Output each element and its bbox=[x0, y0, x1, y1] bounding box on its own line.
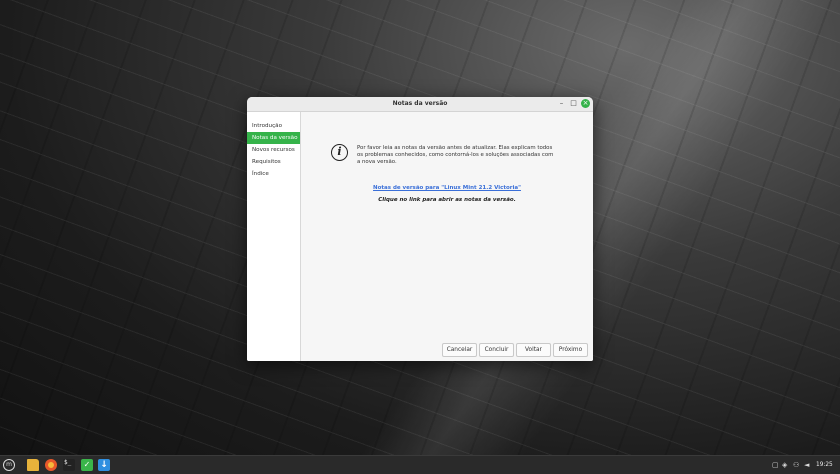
finish-button[interactable]: Concluir bbox=[479, 343, 514, 357]
sidebar: Introdução Notas da versão Novos recurso… bbox=[247, 112, 301, 361]
download-icon[interactable]: ↓ bbox=[98, 459, 110, 471]
terminal-icon[interactable]: $_ bbox=[63, 459, 75, 471]
cancel-button[interactable]: Cancelar bbox=[442, 343, 477, 357]
info-message: Por favor leia as notas da versão antes … bbox=[357, 145, 554, 165]
back-button[interactable]: Voltar bbox=[516, 343, 551, 357]
mint-menu-icon[interactable]: m bbox=[3, 459, 15, 471]
sidebar-item-introducao[interactable]: Introdução bbox=[247, 120, 300, 132]
folder-icon[interactable] bbox=[27, 459, 39, 471]
info-icon: i bbox=[331, 144, 348, 161]
firefox-icon[interactable] bbox=[45, 459, 57, 471]
taskbar: m $_ ✓ ↓ ▢ ◈ ⚇ ◄ 19:25 bbox=[0, 455, 840, 474]
window-titlebar[interactable]: Notas da versão – □ × bbox=[247, 97, 593, 112]
link-hint: Clique no link para abrir as notas da ve… bbox=[378, 197, 516, 203]
release-notes-link[interactable]: Notas de versão para "Linux Mint 21.2 Vi… bbox=[301, 185, 593, 191]
main-content: i Por favor leia as notas da versão ante… bbox=[301, 112, 593, 361]
button-bar: Cancelar Concluir Voltar Próximo bbox=[442, 343, 590, 358]
close-button[interactable]: × bbox=[581, 99, 590, 108]
sidebar-item-indice[interactable]: Índice bbox=[247, 168, 300, 180]
volume-icon[interactable]: ◄ bbox=[804, 456, 809, 474]
shield-tray-icon[interactable]: ◈ bbox=[782, 456, 787, 474]
sidebar-item-novos-recursos[interactable]: Novos recursos bbox=[247, 144, 300, 156]
maximize-button[interactable]: □ bbox=[569, 99, 578, 108]
next-button[interactable]: Próximo bbox=[553, 343, 588, 357]
sidebar-item-notas-da-versao[interactable]: Notas da versão bbox=[247, 132, 300, 144]
clock[interactable]: 19:25 bbox=[816, 456, 833, 474]
window-title: Notas da versão bbox=[392, 100, 448, 107]
sidebar-item-requisitos[interactable]: Requisitos bbox=[247, 156, 300, 168]
update-manager-icon[interactable]: ✓ bbox=[81, 459, 93, 471]
display-icon[interactable]: ▢ bbox=[772, 456, 779, 474]
network-icon[interactable]: ⚇ bbox=[793, 456, 799, 474]
release-notes-window: Notas da versão – □ × Introdução Notas d… bbox=[247, 97, 593, 361]
minimize-button[interactable]: – bbox=[557, 99, 566, 108]
